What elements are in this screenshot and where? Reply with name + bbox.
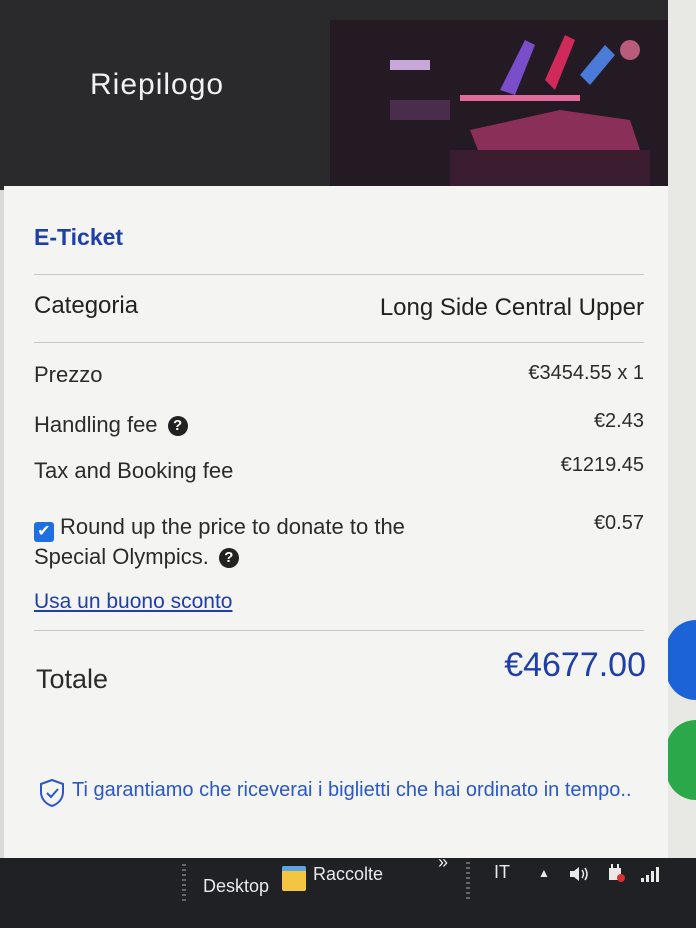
guarantee-text: Ti garantiamo che riceverai i biglietti …	[72, 779, 632, 801]
folder-icon[interactable]	[282, 866, 306, 891]
divider	[34, 630, 644, 631]
concert-image	[330, 20, 668, 190]
handling-fee-row: Handling fee?	[34, 412, 188, 438]
taskbar-grip[interactable]	[182, 864, 186, 904]
taskbar: Desktop Raccolte » IT ▲	[0, 852, 696, 928]
summary-header: Riepilogo	[0, 0, 668, 190]
toolbar-overflow-chevron[interactable]: »	[438, 852, 448, 873]
coupon-link[interactable]: Usa un buono sconto	[34, 590, 232, 614]
desktop-toolbar[interactable]: Desktop	[203, 876, 269, 897]
divider	[34, 342, 644, 343]
tax-value: €1219.45	[560, 454, 644, 476]
guarantee-notice: Ti garantiamo che riceverai i biglietti …	[38, 776, 638, 808]
summary-panel: E-Ticket Categoria Long Side Central Upp…	[4, 186, 668, 858]
taskbar-grip[interactable]	[466, 862, 470, 902]
ticket-type: E-Ticket	[34, 224, 124, 250]
donate-checkbox[interactable]: ✔	[34, 522, 54, 542]
total-label: Totale	[36, 664, 109, 694]
category-label: Categoria	[34, 292, 139, 319]
tray-expand-icon[interactable]: ▲	[538, 866, 550, 880]
folder-toolbar[interactable]: Raccolte	[313, 864, 383, 885]
tax-label: Tax and Booking fee	[34, 458, 234, 483]
donate-value: €0.57	[593, 512, 644, 534]
language-indicator[interactable]: IT	[494, 862, 510, 883]
shield-check-icon	[40, 778, 64, 808]
help-icon[interactable]: ?	[218, 548, 239, 569]
total-value: €4677.00	[504, 646, 646, 684]
price-value: €3454.55 x 1	[528, 362, 644, 384]
volume-icon[interactable]	[568, 864, 592, 884]
category-value: Long Side Central Upper	[379, 294, 644, 321]
signal-icon[interactable]	[640, 866, 660, 882]
help-icon[interactable]: ?	[167, 416, 188, 437]
divider	[34, 274, 644, 275]
price-label: Prezzo	[34, 362, 103, 387]
handling-fee-label: Handling fee	[34, 412, 158, 437]
donate-option[interactable]: ✔ Round up the price to donate to the Spe…	[34, 512, 454, 571]
handling-fee-value: €2.43	[593, 410, 644, 432]
page-title: Riepilogo	[90, 68, 225, 101]
power-icon[interactable]	[604, 862, 626, 884]
